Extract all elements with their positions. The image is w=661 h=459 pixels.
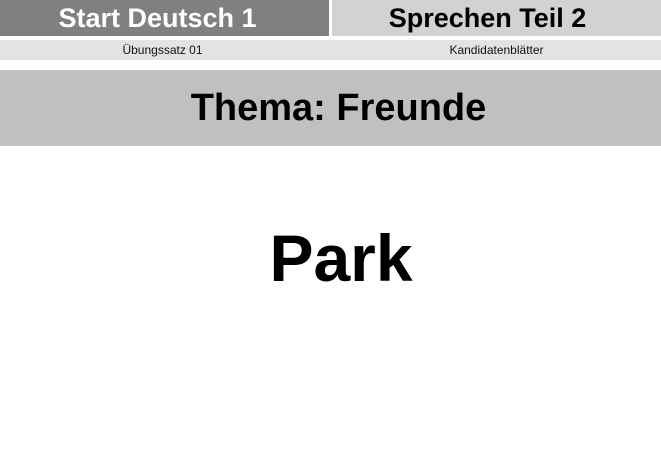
card-word: Park (269, 221, 413, 295)
theme-title: Thema: Freunde (190, 87, 487, 129)
exam-title: Start Deutsch 1 (0, 0, 329, 36)
section-title: Sprechen Teil 2 (332, 0, 661, 36)
exercise-set-label: Übungssatz 01 (122, 43, 203, 57)
exam-subheader: Übungssatz 01 Kandidatenblätter (0, 40, 661, 60)
sheet-type-label: Kandidatenblätter (449, 43, 544, 57)
exam-header: Start Deutsch 1 Sprechen Teil 2 (0, 0, 661, 36)
theme-band: Thema: Freunde (0, 70, 661, 146)
